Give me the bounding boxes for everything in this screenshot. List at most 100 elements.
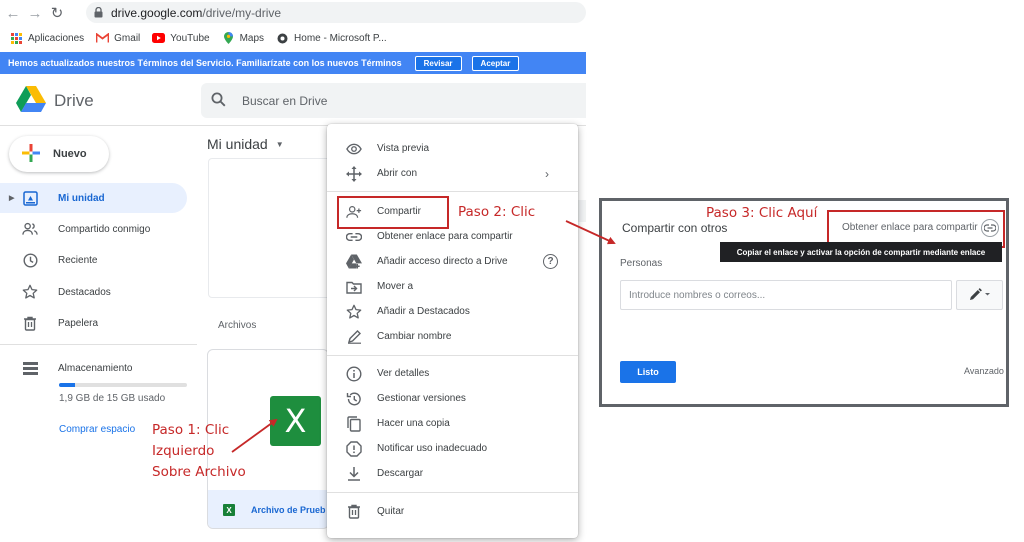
sidebar-item-label: Mi unidad (58, 192, 105, 204)
step3-annotation: Paso 3: Clic Aquí (706, 205, 818, 221)
move-to-folder-icon (346, 279, 362, 295)
sidebar-item-label: Reciente (58, 254, 98, 266)
menu-item-open-with[interactable]: Abrir con › (327, 161, 578, 186)
copy-icon (346, 415, 362, 432)
menu-item-add-starred[interactable]: Añadir a Destacados (327, 299, 578, 324)
file-name: Archivo de Prueb (251, 505, 326, 515)
sidebar-item-label: Compartido conmigo (58, 223, 151, 235)
drive-logo[interactable]: Drive (16, 86, 94, 115)
expand-caret-icon[interactable]: ▶ (9, 194, 14, 202)
buy-storage-link[interactable]: Comprar espacio (59, 424, 135, 435)
pencil-icon (346, 329, 362, 345)
people-input[interactable]: Introduce nombres o correos... (620, 280, 952, 310)
menu-divider (327, 355, 578, 356)
menu-item-versions[interactable]: Gestionar versiones (327, 386, 578, 411)
menu-divider (327, 492, 578, 493)
menu-divider (327, 191, 578, 192)
sidebar-item-shared[interactable]: Compartido conmigo (0, 214, 187, 244)
submenu-chevron-icon: › (545, 166, 549, 181)
step1-line: Izquierdo (152, 443, 215, 459)
bookmark-youtube[interactable]: YouTube (152, 33, 210, 44)
review-button[interactable]: Revisar (414, 55, 462, 71)
star-outline-icon (346, 304, 362, 320)
microsoft-icon (276, 33, 289, 44)
bookmark-microsoft[interactable]: Home - Microsoft P... (276, 33, 387, 44)
star-icon (22, 284, 38, 300)
drive-triangle-icon (16, 86, 46, 115)
report-icon (346, 440, 362, 457)
menu-item-label: Vista previa (377, 143, 430, 154)
menu-item-preview[interactable]: Vista previa (327, 136, 578, 161)
maps-icon (222, 32, 235, 44)
bookmark-maps[interactable]: Maps (222, 32, 265, 44)
reload-icon[interactable]: ↻ (46, 2, 68, 24)
sidebar-divider (0, 344, 197, 345)
back-icon[interactable]: ← (2, 2, 24, 24)
drive-brand: Drive (54, 90, 94, 110)
get-link-tooltip: Copiar el enlace y activar la opción de … (720, 242, 1002, 262)
bookmark-gmail[interactable]: Gmail (96, 33, 140, 44)
menu-item-add-shortcut[interactable]: Añadir acceso directo a Drive ? (327, 249, 578, 274)
forward-icon[interactable]: → (24, 2, 46, 24)
context-menu: Vista previa Abrir con › Compartir Obten… (327, 124, 578, 538)
search-input[interactable]: Buscar en Drive (201, 83, 586, 118)
people-input-placeholder: Introduce nombres o correos... (629, 289, 766, 301)
drive-shortcut-icon (346, 254, 362, 270)
link-icon[interactable] (981, 219, 999, 237)
menu-item-download[interactable]: Descargar (327, 461, 578, 486)
address-bar[interactable]: drive.google.com/drive/my-drive (86, 2, 586, 23)
breadcrumb-label: Mi unidad (207, 136, 268, 152)
suggested-card[interactable] (208, 158, 332, 298)
menu-item-move-to[interactable]: Mover a (327, 274, 578, 299)
url-path: /drive/my-drive (202, 5, 282, 20)
bookmark-label: Aplicaciones (28, 32, 85, 44)
storage-usage-text: 1,9 GB de 15 GB usado (59, 393, 166, 404)
sidebar-item-trash[interactable]: Papelera (0, 308, 187, 338)
menu-item-details[interactable]: Ver detalles (327, 361, 578, 386)
get-link-button[interactable]: Obtener enlace para compartir (842, 222, 978, 233)
step2-annotation: Paso 2: Clic (458, 204, 536, 220)
banner-text: Hemos actualizados nuestros Términos del… (8, 58, 402, 68)
sidebar-item-starred[interactable]: Destacados (0, 277, 187, 307)
excel-file-thumbnail: X (270, 396, 321, 446)
history-icon (346, 391, 362, 407)
bookmark-apps[interactable]: Aplicaciones (10, 32, 85, 44)
step1-line: Paso 1: Clic (152, 422, 230, 438)
eye-icon (346, 141, 362, 157)
menu-item-remove[interactable]: Quitar (327, 499, 578, 524)
share-highlight-box (337, 196, 449, 229)
storage-icon (22, 360, 38, 376)
trash-icon (22, 315, 38, 331)
sidebar-item-storage[interactable]: Almacenamiento (0, 353, 187, 383)
search-icon (211, 92, 226, 110)
clock-icon (22, 252, 38, 268)
new-button[interactable]: Nuevo (9, 136, 109, 172)
menu-item-copy[interactable]: Hacer una copia (327, 411, 578, 436)
people-label: Personas (620, 258, 663, 269)
menu-item-label: Quitar (377, 506, 405, 517)
sidebar-item-my-drive[interactable]: ▶ Mi unidad (0, 183, 187, 213)
info-icon (346, 365, 362, 382)
menu-item-label: Abrir con (377, 168, 418, 179)
advanced-link[interactable]: Avanzado (964, 366, 1004, 376)
menu-item-report[interactable]: Notificar uso inadecuado (327, 436, 578, 461)
gmail-icon (96, 33, 110, 44)
step1-annotation: Paso 1: Clic Izquierdo Sobre Archivo (152, 420, 246, 483)
help-icon[interactable]: ? (543, 254, 558, 269)
menu-item-rename[interactable]: Cambiar nombre (327, 324, 578, 349)
file-card-footer: X Archivo de Prueb (208, 490, 328, 528)
accept-button[interactable]: Aceptar (471, 55, 520, 71)
storage-progress-fill (59, 383, 76, 387)
terms-banner: Hemos actualizados nuestros Términos del… (0, 52, 586, 74)
link-icon (346, 229, 362, 245)
breadcrumb[interactable]: Mi unidad ▼ (207, 136, 284, 152)
permission-dropdown[interactable] (956, 280, 1003, 310)
bookmark-label: Home - Microsoft P... (294, 32, 387, 44)
menu-item-label: Cambiar nombre (377, 331, 452, 342)
sidebar-item-recent[interactable]: Reciente (0, 245, 187, 275)
menu-item-label: Añadir acceso directo a Drive (377, 256, 508, 267)
bookmark-label: Maps (239, 32, 265, 44)
menu-item-label: Notificar uso inadecuado (377, 443, 488, 454)
storage-label: Almacenamiento (58, 362, 133, 374)
done-button[interactable]: Listo (620, 361, 676, 383)
